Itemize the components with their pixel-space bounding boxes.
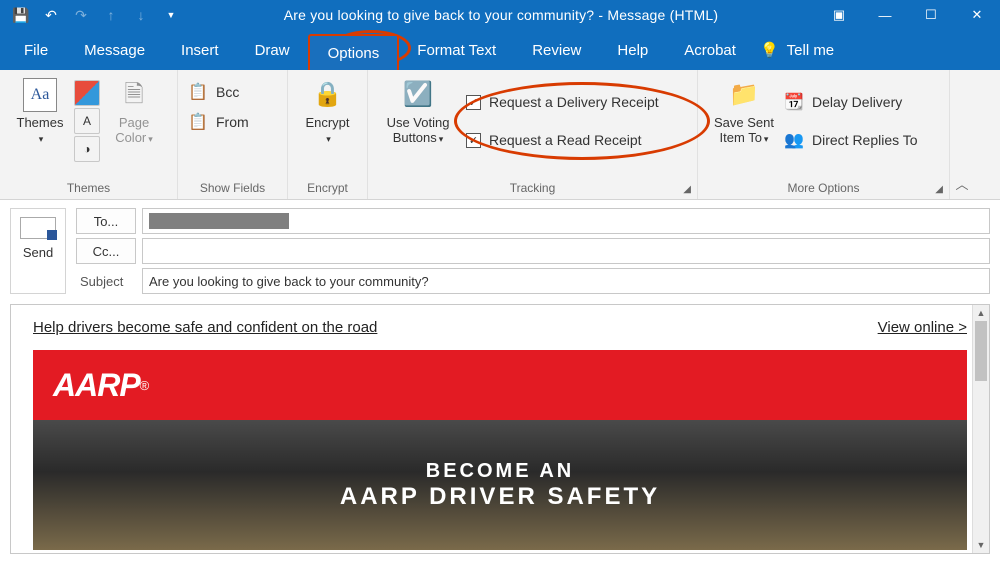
aarp-logo: AARP	[53, 367, 140, 404]
window-controls: ▣ — ☐ ✕	[816, 0, 1000, 30]
save-sent-item-to-button[interactable]: 📁 Save Sent Item To▾	[708, 76, 780, 146]
tab-acrobat[interactable]: Acrobat	[666, 30, 754, 70]
vertical-scrollbar[interactable]: ▲ ▼	[972, 305, 989, 553]
to-field[interactable]	[142, 208, 990, 234]
page-color-icon: 🗎	[117, 78, 151, 112]
hero-line1: BECOME AN	[426, 460, 574, 483]
window-title: Are you looking to give back to your com…	[186, 7, 816, 23]
redo-icon[interactable]: ↷	[66, 0, 96, 30]
ribbon: Aa Themes▾ A ◑ 🗎 Page Color▾ Themes 📋 Bc…	[0, 70, 1000, 200]
more-options-dialog-launcher[interactable]: ◢	[935, 184, 943, 195]
redacted-recipient	[149, 213, 289, 229]
from-button[interactable]: 📋 From	[188, 110, 249, 134]
delay-delivery-button[interactable]: 📆 Delay Delivery	[784, 90, 918, 114]
group-encrypt: 🔒 Encrypt▾ Encrypt	[288, 70, 368, 199]
direct-replies-icon: 👥	[784, 130, 804, 150]
close-icon[interactable]: ✕	[954, 0, 1000, 30]
scroll-down-icon[interactable]: ▼	[973, 537, 989, 553]
quick-access-toolbar: 💾 ↶ ↷ ↑ ↓ ▼	[0, 0, 186, 30]
lightbulb-icon: 💡	[760, 41, 779, 59]
group-show-fields: 📋 Bcc 📋 From Show Fields	[178, 70, 288, 199]
group-more-options: 📁 Save Sent Item To▾ 📆 Delay Delivery 👥 …	[698, 70, 950, 199]
tab-insert[interactable]: Insert	[163, 30, 237, 70]
theme-colors-icon[interactable]	[74, 80, 100, 106]
message-body-area[interactable]: Help drivers become safe and confident o…	[10, 304, 990, 554]
compose-header: Send To... Cc... Subject Are you looking…	[0, 200, 1000, 294]
scroll-up-icon[interactable]: ▲	[973, 305, 989, 321]
ribbon-tabs: File Message Insert Draw Options Format …	[0, 30, 1000, 70]
save-icon[interactable]: 💾	[6, 0, 36, 30]
subject-label: Subject	[76, 274, 136, 289]
tab-draw[interactable]: Draw	[237, 30, 308, 70]
tab-file[interactable]: File	[6, 30, 66, 70]
tab-options[interactable]: Options	[308, 34, 400, 70]
page-color-button[interactable]: 🗎 Page Color▾	[104, 76, 164, 146]
group-themes: Aa Themes▾ A ◑ 🗎 Page Color▾ Themes	[0, 70, 178, 199]
tab-message[interactable]: Message	[66, 30, 163, 70]
hero-line2: AARP DRIVER SAFETY	[340, 483, 660, 511]
voting-icon: ☑️	[401, 78, 435, 112]
collapse-ribbon-icon[interactable]: ︿	[950, 70, 974, 199]
maximize-icon[interactable]: ☐	[908, 0, 954, 30]
tab-review[interactable]: Review	[514, 30, 599, 70]
tracking-dialog-launcher[interactable]: ◢	[683, 184, 691, 195]
themes-icon: Aa	[23, 78, 57, 112]
direct-replies-to-button[interactable]: 👥 Direct Replies To	[784, 128, 918, 152]
group-label-themes: Themes	[0, 181, 177, 199]
send-icon	[20, 217, 56, 239]
tab-format-text[interactable]: Format Text	[399, 30, 514, 70]
bcc-icon: 📋	[188, 82, 208, 102]
request-read-receipt[interactable]: ✓ Request a Read Receipt	[466, 128, 659, 152]
tell-me-search[interactable]: 💡 Tell me	[760, 30, 834, 70]
theme-fonts-icon[interactable]: A	[74, 108, 100, 134]
title-bar: 💾 ↶ ↷ ↑ ↓ ▼ Are you looking to give back…	[0, 0, 1000, 30]
minimize-icon[interactable]: —	[862, 0, 908, 30]
send-button[interactable]: Send	[10, 208, 66, 294]
bcc-button[interactable]: 📋 Bcc	[188, 80, 239, 104]
cc-field[interactable]	[142, 238, 990, 264]
previous-item-icon[interactable]: ↑	[96, 0, 126, 30]
scrollbar-thumb[interactable]	[975, 321, 987, 381]
undo-icon[interactable]: ↶	[36, 0, 66, 30]
view-online-link[interactable]: View online >	[878, 319, 967, 336]
to-button[interactable]: To...	[76, 208, 136, 234]
request-delivery-receipt[interactable]: ✓ Request a Delivery Receipt	[466, 90, 659, 114]
group-tracking: ☑️ Use Voting Buttons▾ ✓ Request a Deliv…	[368, 70, 698, 199]
checkbox-checked-icon[interactable]: ✓	[466, 133, 481, 148]
brand-banner: AARP®	[33, 350, 967, 420]
next-item-icon[interactable]: ↓	[126, 0, 156, 30]
cc-button[interactable]: Cc...	[76, 238, 136, 264]
encrypt-button[interactable]: 🔒 Encrypt▾	[298, 76, 357, 146]
subject-field[interactable]: Are you looking to give back to your com…	[142, 268, 990, 294]
group-label-more-options: More Options	[698, 181, 949, 199]
theme-effects-icon[interactable]: ◑	[74, 136, 100, 162]
ribbon-display-icon[interactable]: ▣	[816, 0, 862, 30]
group-label-tracking: Tracking	[368, 181, 697, 199]
qat-customize-icon[interactable]: ▼	[156, 0, 186, 30]
tab-help[interactable]: Help	[599, 30, 666, 70]
save-sent-icon: 📁	[727, 78, 761, 112]
checkbox-checked-icon[interactable]: ✓	[466, 95, 481, 110]
group-label-show-fields: Show Fields	[178, 181, 287, 199]
use-voting-buttons[interactable]: ☑️ Use Voting Buttons▾	[378, 76, 458, 146]
themes-button[interactable]: Aa Themes▾	[10, 76, 70, 146]
from-icon: 📋	[188, 112, 208, 132]
lock-icon: 🔒	[311, 78, 345, 112]
help-drivers-link[interactable]: Help drivers become safe and confident o…	[33, 319, 377, 336]
hero-image: BECOME AN AARP DRIVER SAFETY	[33, 420, 967, 550]
theme-quick-buttons: A ◑	[74, 76, 100, 162]
group-label-encrypt: Encrypt	[288, 181, 367, 199]
send-label: Send	[23, 245, 53, 260]
delay-delivery-icon: 📆	[784, 92, 804, 112]
